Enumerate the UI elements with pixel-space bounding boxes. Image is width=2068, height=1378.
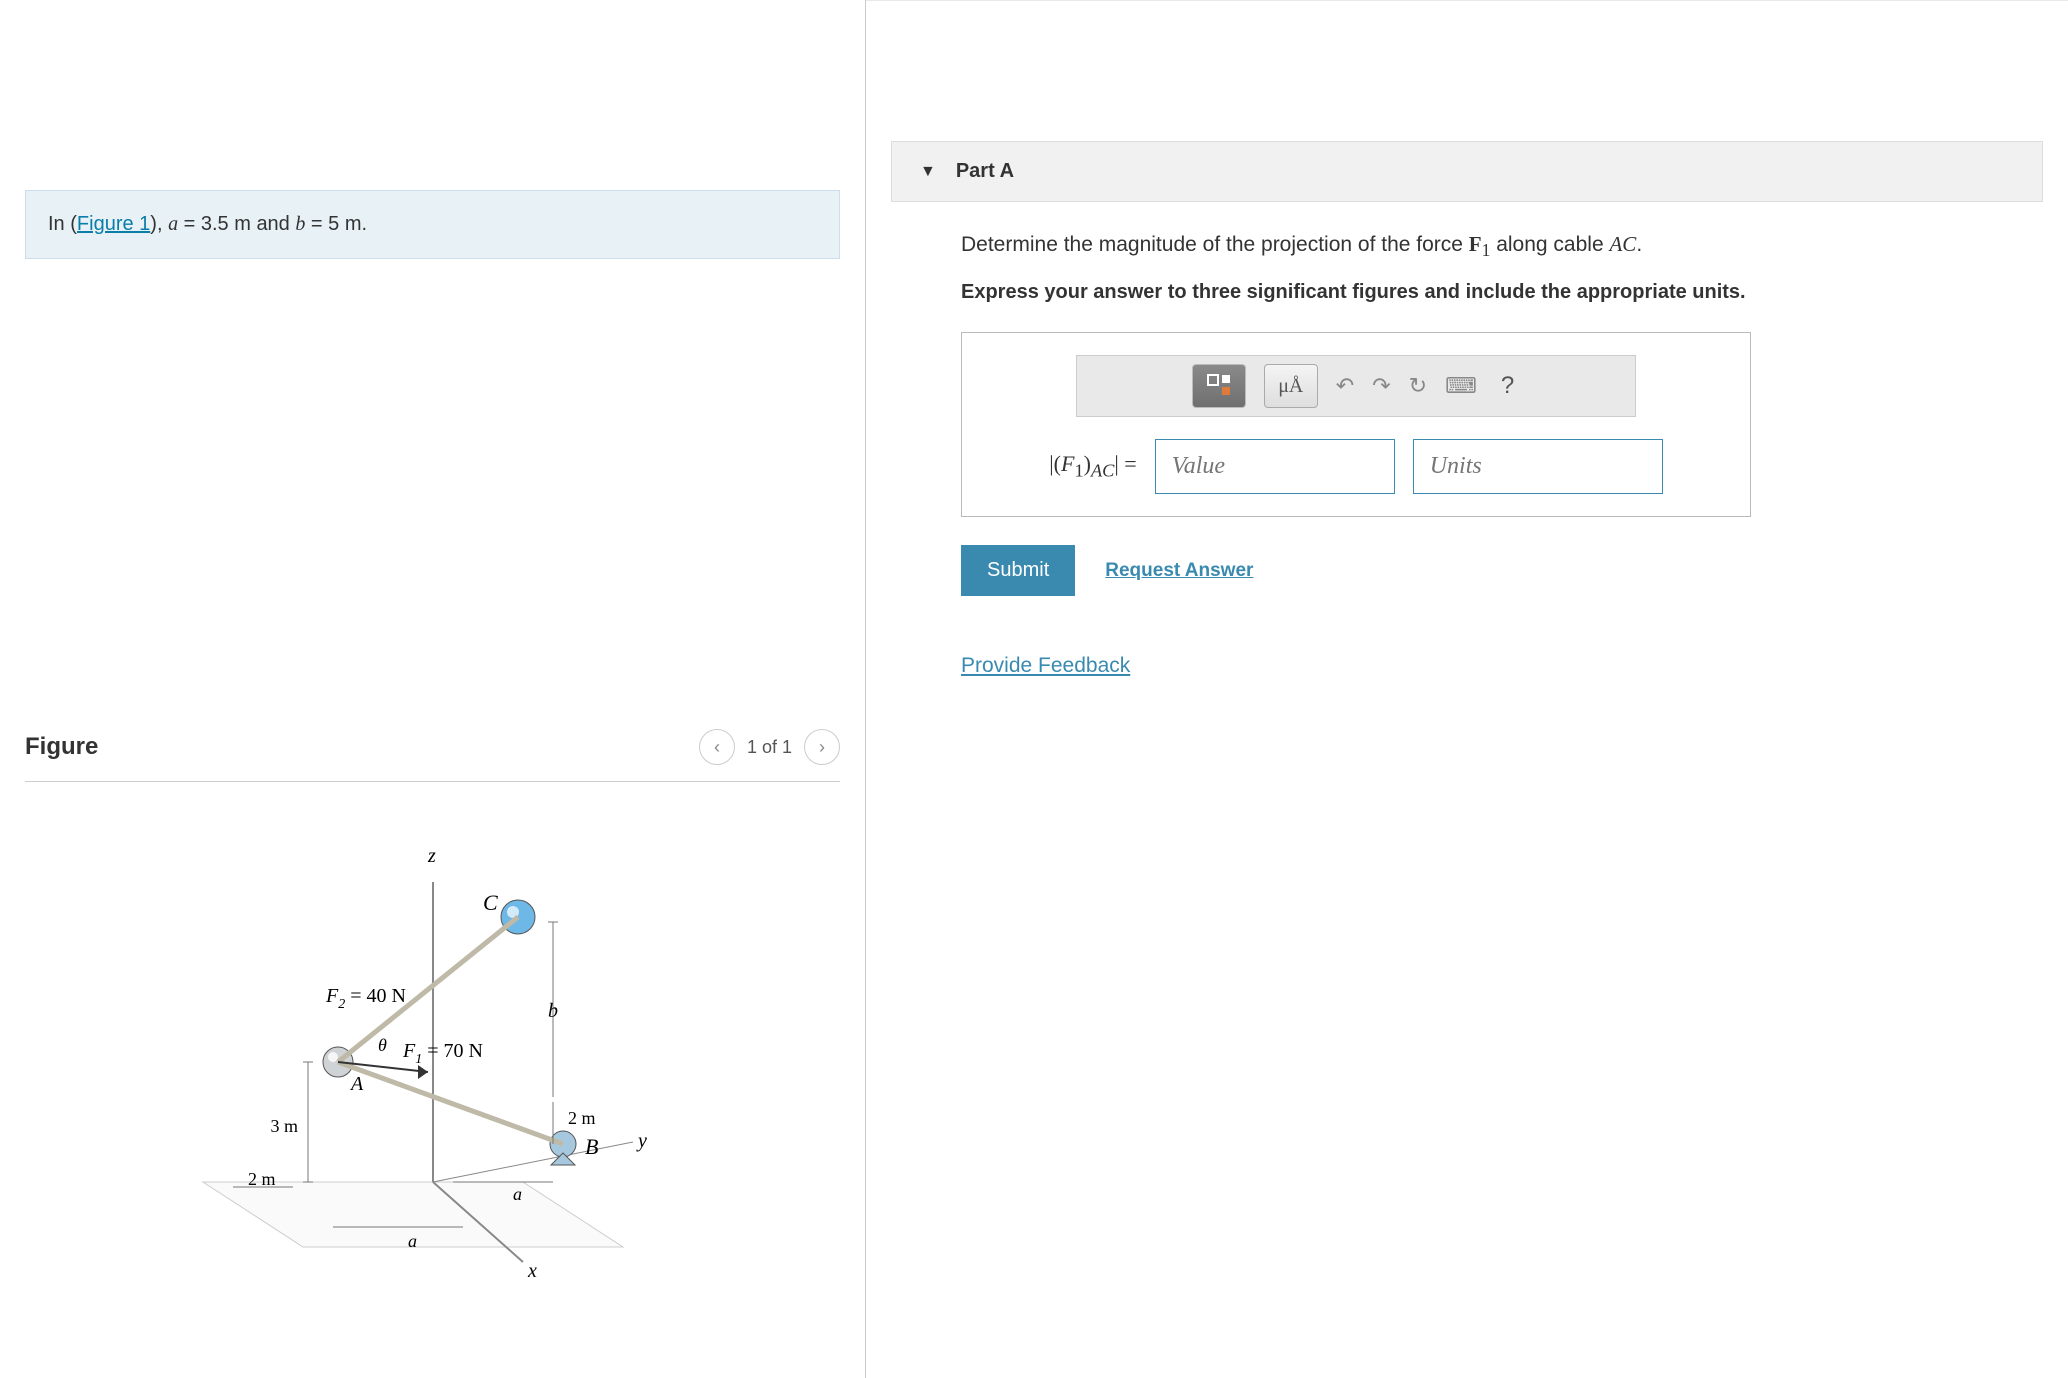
f2-sub: 2	[338, 997, 345, 1012]
dim-b: b	[548, 1000, 558, 1022]
text: | =	[1114, 451, 1136, 476]
point-c: C	[483, 890, 498, 915]
point-a: A	[349, 1073, 364, 1095]
svg-text:F1 = 70 N: F1 = 70 N	[402, 1040, 483, 1067]
question-text: Determine the magnitude of the projectio…	[961, 232, 1973, 261]
template-button[interactable]	[1192, 364, 1246, 408]
axis-x: x	[527, 1260, 537, 1282]
submit-row: Submit Request Answer	[961, 545, 1973, 596]
theta: θ	[378, 1035, 387, 1055]
axis-y: y	[636, 1130, 647, 1152]
label-ac: AC	[1091, 461, 1114, 481]
submit-button[interactable]: Submit	[961, 545, 1075, 596]
text: .	[1636, 233, 1642, 256]
text: = 5 m.	[305, 213, 367, 235]
answer-box: μÅ ↶ ↷ ↻ ⌨ ? |(F1)AC| =	[961, 332, 1751, 517]
keyboard-icon[interactable]: ⌨	[1445, 373, 1477, 399]
prev-figure-button[interactable]: ‹	[699, 729, 735, 765]
text: |(	[1049, 451, 1061, 476]
label-f: F	[1061, 451, 1074, 476]
dim-2m-b: 2 m	[568, 1108, 596, 1128]
units-input[interactable]	[1413, 439, 1663, 494]
part-a-header[interactable]: ▼ Part A	[891, 141, 2043, 202]
figure-section: Figure ‹ 1 of 1 › z x y	[25, 729, 840, 1282]
instruction-text: Express your answer to three significant…	[961, 281, 1973, 304]
answer-label: |(F1)AC| =	[1049, 451, 1136, 481]
figure-header: Figure ‹ 1 of 1 ›	[25, 729, 840, 782]
label-f-sub: 1	[1074, 461, 1083, 481]
reset-icon[interactable]: ↻	[1409, 373, 1427, 399]
dim-2m-a: 2 m	[248, 1169, 276, 1189]
special-char-button[interactable]: μÅ	[1264, 364, 1318, 408]
problem-statement: In (Figure 1), a = 3.5 m and b = 5 m.	[25, 190, 840, 259]
var-b: b	[295, 213, 305, 235]
request-answer-link[interactable]: Request Answer	[1105, 560, 1253, 582]
axis-z: z	[427, 845, 436, 867]
text: and	[256, 213, 295, 235]
caret-down-icon: ▼	[920, 163, 936, 181]
help-icon[interactable]: ?	[1495, 372, 1520, 400]
part-a-body: Determine the magnitude of the projectio…	[891, 202, 2043, 678]
figure-link[interactable]: Figure 1	[77, 213, 150, 235]
f1-sub: 1	[415, 1052, 422, 1067]
svg-text:F2 = 40 N: F2 = 40 N	[325, 985, 406, 1012]
f1-label: F	[402, 1040, 416, 1062]
redo-icon[interactable]: ↷	[1372, 373, 1390, 399]
var-a: a	[168, 213, 178, 235]
next-figure-button[interactable]: ›	[804, 729, 840, 765]
figure-count: 1 of 1	[747, 737, 792, 758]
provide-feedback-link[interactable]: Provide Feedback	[961, 654, 1973, 678]
undo-icon[interactable]: ↶	[1336, 373, 1354, 399]
dim-3m: 3 m	[270, 1116, 298, 1136]
text: Determine the magnitude of the projectio…	[961, 233, 1469, 256]
f2-label: F	[325, 985, 339, 1007]
point-b: B	[585, 1134, 598, 1159]
dim-a1: a	[513, 1184, 522, 1204]
text: ),	[150, 213, 168, 235]
text: )	[1084, 451, 1091, 476]
toolbar: μÅ ↶ ↷ ↻ ⌨ ?	[1076, 355, 1636, 417]
f1-eq: = 70 N	[422, 1040, 483, 1062]
text: In (	[48, 213, 77, 235]
f2-eq: = 40 N	[345, 985, 406, 1007]
figure-title: Figure	[25, 733, 98, 761]
text: along cable	[1490, 233, 1609, 256]
problem-panel: In (Figure 1), a = 3.5 m and b = 5 m. Fi…	[0, 0, 866, 1378]
f1-symbol: F	[1469, 232, 1482, 256]
value-input[interactable]	[1155, 439, 1395, 494]
figure-nav: ‹ 1 of 1 ›	[699, 729, 840, 765]
ac-symbol: AC	[1609, 232, 1636, 256]
figure-image: z x y C A B	[25, 832, 840, 1282]
answer-row: |(F1)AC| =	[984, 439, 1728, 494]
answer-panel: ▼ Part A Determine the magnitude of the …	[866, 0, 2068, 1378]
text: = 3.5 m	[178, 213, 256, 235]
part-title: Part A	[956, 160, 1014, 183]
dim-a2: a	[408, 1231, 417, 1251]
